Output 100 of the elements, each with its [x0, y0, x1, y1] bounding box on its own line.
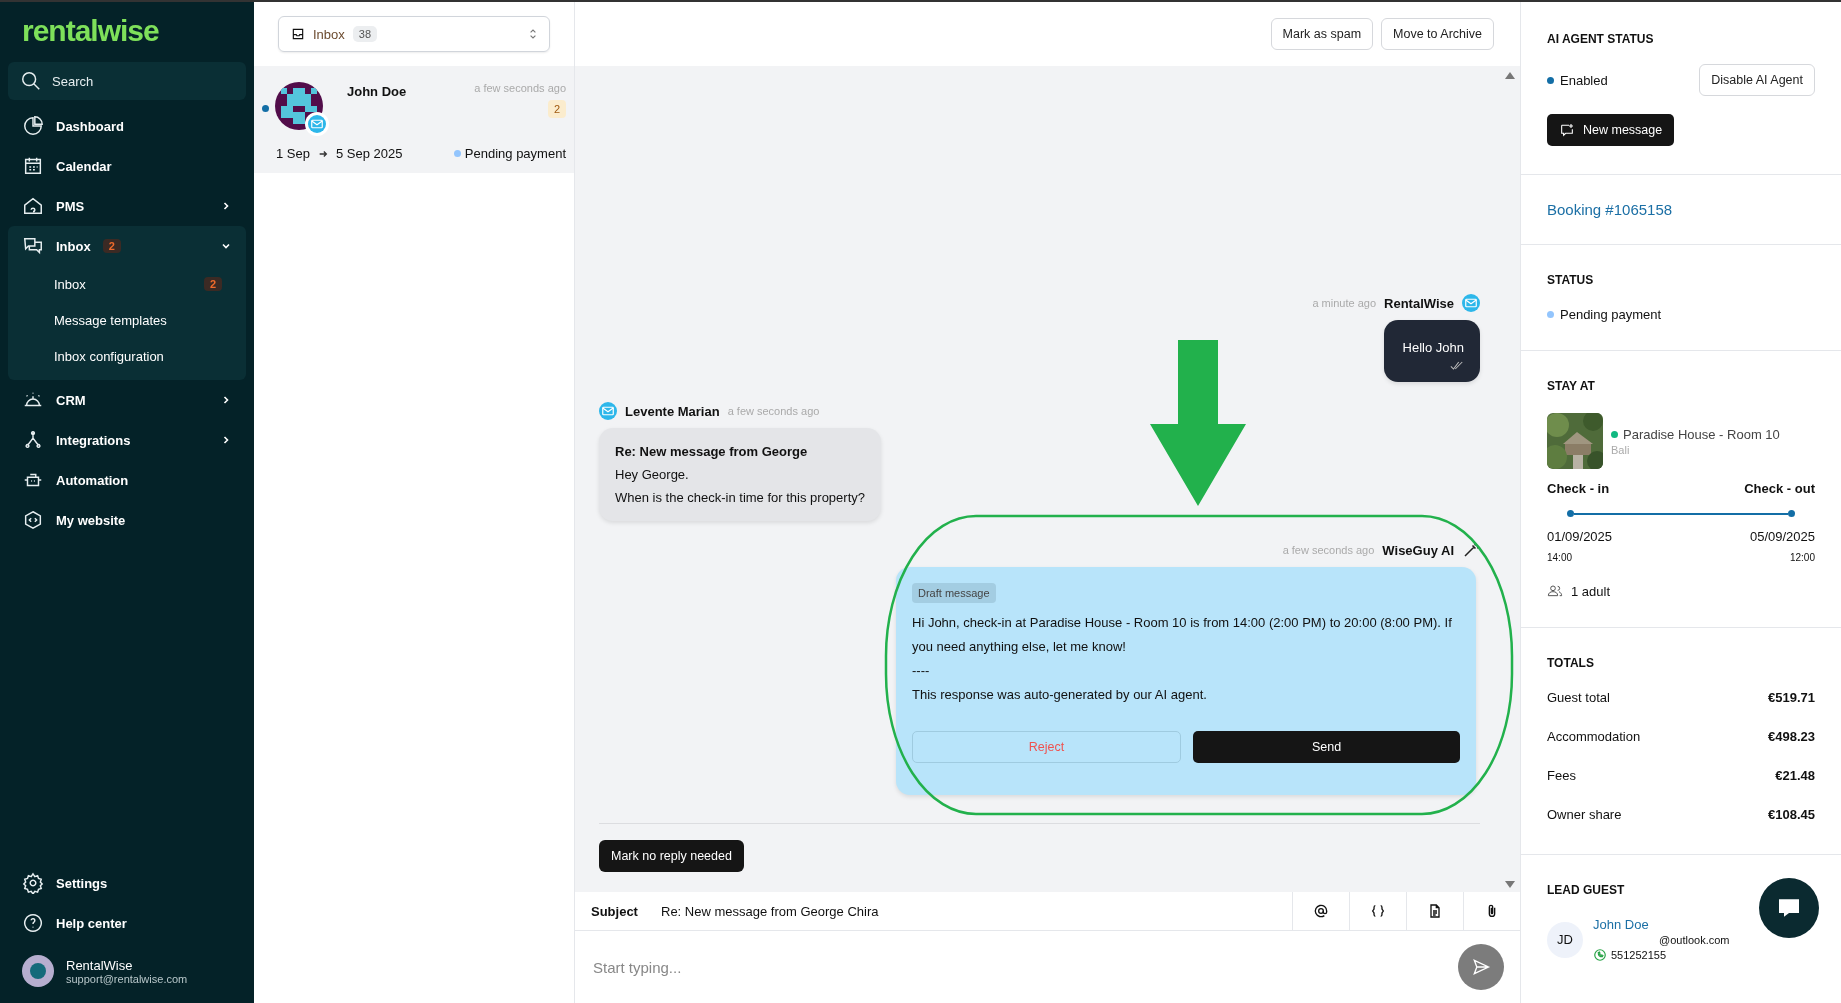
action-button[interactable]: Move to Archive	[1381, 18, 1494, 50]
nav-item[interactable]: My website	[8, 500, 246, 540]
inbox-icon	[291, 27, 305, 41]
status-dot	[1611, 430, 1618, 438]
section-title: LEAD GUEST	[1547, 883, 1626, 897]
status-label: Pending payment	[464, 146, 566, 161]
nav-icon	[22, 872, 44, 894]
author-name: WiseGuy AI	[1382, 542, 1454, 558]
timestamp: a few seconds ago	[474, 82, 566, 94]
unread-count: 2	[547, 100, 566, 118]
phone-icon	[1593, 948, 1607, 962]
total-amount: €519.71	[1768, 690, 1815, 705]
guest-initials-avatar: JD	[1547, 921, 1583, 958]
guest-avatar	[275, 82, 329, 136]
logo[interactable]: rentalwise	[8, 14, 246, 48]
nav-item[interactable]: CRM	[8, 380, 246, 420]
nav-item[interactable]: Inbox 2	[8, 226, 246, 266]
total-label: Owner share	[1547, 807, 1622, 822]
nav-item[interactable]: Calendar	[8, 146, 246, 186]
account-name: RentalWise	[66, 957, 134, 973]
total-amount: €108.45	[1768, 807, 1815, 822]
guest-phone: 551252155	[1611, 949, 1667, 961]
message-text: This response was auto-generated by our AI agent.	[912, 686, 1208, 704]
message-text: When is the check-in time for this property?	[615, 490, 865, 505]
total-label: Accommodation	[1547, 729, 1641, 744]
author-name: RentalWise	[1384, 295, 1454, 311]
account-email: support@rentalwise.com	[66, 972, 188, 985]
count-badge: 38	[352, 26, 378, 42]
guest-name: John Doe	[347, 84, 407, 99]
nav-item[interactable]: Automation	[8, 460, 246, 500]
date-to: 5 Sep 2025	[336, 146, 403, 161]
checkout-date: 05/09/2025	[1749, 529, 1815, 544]
search-icon	[20, 70, 42, 92]
message-text: Hi John, check-in at Paradise House - Room 10 is from 14:00 (2:00 PM) to 20:00 (8:00 PM). If you need anything else, let me know!	[912, 614, 1453, 656]
total-amount: €498.23	[1768, 729, 1815, 744]
sort-arrows-icon	[529, 27, 537, 41]
checkin-date: 01/09/2025	[1547, 529, 1613, 544]
nav-item[interactable]: PMS	[8, 186, 246, 226]
total-amount: €21.48	[1775, 768, 1815, 783]
guest-count: 1 adult	[1571, 583, 1611, 599]
email-icon	[599, 402, 617, 420]
timestamp: a minute ago	[1312, 297, 1377, 309]
people-icon	[1547, 583, 1563, 599]
read-ticks-icon	[1450, 361, 1464, 370]
section-title: STAY AT	[1547, 379, 1596, 393]
total-label: Guest total	[1547, 690, 1610, 705]
nav-subitem[interactable]: Inbox 2	[8, 266, 246, 302]
nav-item[interactable]: Integrations	[8, 420, 246, 460]
section-title: STATUS	[1547, 273, 1595, 287]
subject-field[interactable]: Re: New message from George Chira	[661, 903, 879, 919]
nav-item[interactable]: Settings	[8, 863, 246, 903]
message-text: Hey George.	[615, 467, 690, 482]
property-name[interactable]: Paradise House - Room 10	[1623, 426, 1780, 442]
unread-badge: 2	[102, 239, 121, 253]
send-icon	[1471, 957, 1491, 977]
timestamp: a few seconds ago	[727, 405, 820, 417]
section-title: AI AGENT STATUS	[1547, 32, 1655, 46]
new-message-icon	[1559, 122, 1575, 138]
nav-item[interactable]: Help center	[8, 903, 246, 943]
nav-item[interactable]: Dashboard	[8, 106, 246, 146]
guest-name-link[interactable]: John Doe	[1593, 917, 1730, 932]
nav-icon	[22, 155, 44, 177]
nav-icon	[22, 509, 44, 531]
mark-no-reply-button[interactable]: Mark no reply needed	[599, 840, 744, 872]
message-text: ----	[912, 662, 931, 680]
nav-icon	[22, 195, 44, 217]
timestamp: a few seconds ago	[1282, 544, 1375, 556]
message-text: Hello John	[1402, 340, 1464, 355]
total-label: Fees	[1547, 768, 1576, 783]
property-location: Bali	[1611, 443, 1631, 456]
author-name: Levente Marian	[625, 403, 720, 419]
nav-icon	[22, 912, 44, 934]
arrow-icon	[318, 148, 328, 159]
checkout-time: 12:00	[1789, 552, 1815, 563]
booking-status: Pending payment	[1560, 307, 1662, 322]
disable-agent-button[interactable]: Disable AI Agent	[1699, 64, 1815, 96]
conversation-item[interactable]: John Doe a few seconds ago 2 1 Sep 5 Sep 2025 Pending payment	[254, 66, 574, 173]
agent-status: Enabled	[1560, 72, 1608, 88]
nav-subitem[interactable]: Message templates	[8, 302, 246, 338]
send-button[interactable]: Send	[1193, 731, 1460, 763]
booking-link[interactable]: Booking #1065158	[1547, 201, 1815, 218]
nav-icon	[22, 235, 44, 257]
magic-wand-icon	[1462, 541, 1480, 559]
folder-select[interactable]: Inbox 38	[278, 16, 550, 52]
search-field[interactable]: Search	[8, 62, 246, 100]
message-subject: Re: New message from George	[615, 444, 809, 459]
guest-email: @outlook.com	[1659, 934, 1730, 946]
action-button[interactable]: Mark as spam	[1270, 18, 1374, 50]
send-icon-button[interactable]	[1458, 944, 1504, 990]
new-message-button[interactable]: New message	[1547, 114, 1675, 146]
unread-badge: 2	[203, 277, 222, 291]
checkin-time: 14:00	[1547, 552, 1573, 563]
email-icon	[1462, 294, 1480, 312]
draft-tag: Draft message	[912, 583, 996, 603]
message-input[interactable]: Start typing...	[591, 957, 1458, 977]
checkout-label: Check - out	[1744, 481, 1815, 496]
nav-subitem[interactable]: Inbox configuration	[8, 338, 246, 374]
account-avatar[interactable]	[22, 955, 54, 987]
checkin-label: Check - in	[1547, 481, 1610, 496]
nav-icon	[22, 115, 44, 137]
